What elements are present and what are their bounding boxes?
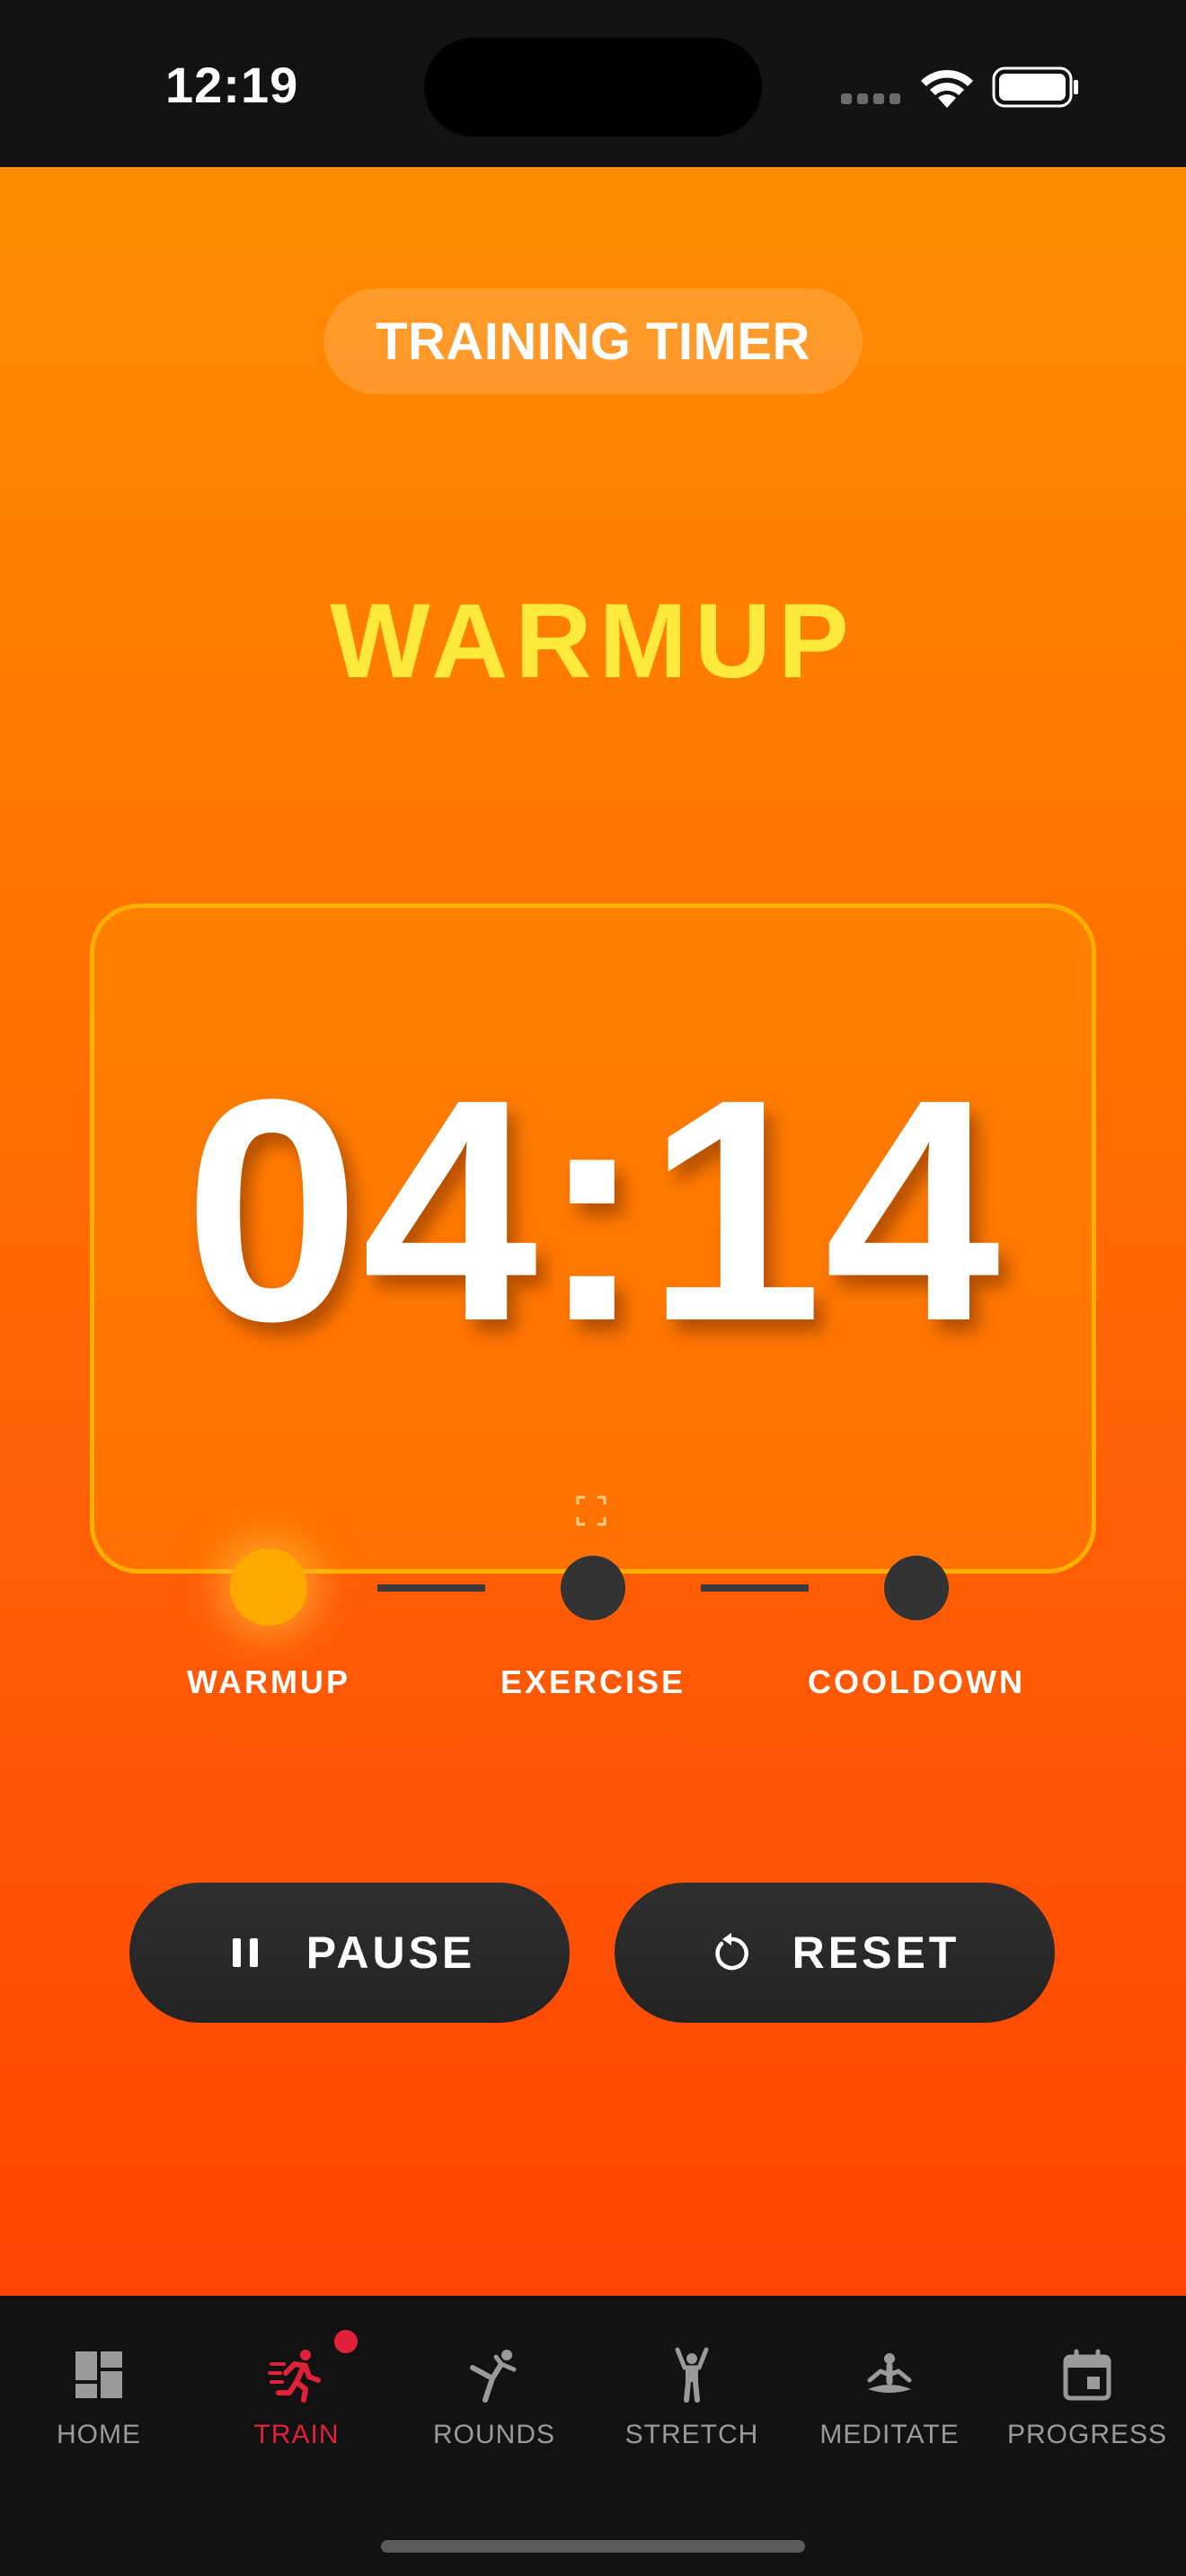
phase-dot-cooldown bbox=[884, 1556, 949, 1620]
reset-icon bbox=[715, 1933, 748, 1971]
reset-button-label: RESET bbox=[792, 1928, 960, 1978]
calendar-icon bbox=[1063, 2349, 1111, 2401]
tab-label: ROUNDS bbox=[432, 2420, 555, 2449]
tab-label: HOME bbox=[57, 2420, 141, 2449]
pause-button[interactable]: PAUSE bbox=[129, 1883, 570, 2023]
meditate-icon bbox=[867, 2353, 912, 2393]
pause-button-label: PAUSE bbox=[305, 1928, 476, 1978]
reset-button[interactable]: RESET bbox=[615, 1883, 1055, 2023]
timer-countdown: 04:14 bbox=[183, 1033, 1003, 1387]
phase-label-exercise: EXERCISE bbox=[500, 1663, 686, 1700]
tab-label: STRETCH bbox=[624, 2420, 759, 2449]
tab-progress[interactable]: PROGRESS bbox=[988, 2341, 1186, 2475]
phase-label-warmup: WARMUP bbox=[187, 1663, 350, 1700]
timer-card[interactable]: 04:14 bbox=[90, 904, 1096, 1574]
tab-rounds[interactable]: ROUNDS bbox=[395, 2341, 593, 2475]
tab-label: MEDITATE bbox=[819, 2420, 960, 2449]
phase-connector bbox=[701, 1584, 809, 1592]
tab-train[interactable]: TRAIN bbox=[198, 2341, 395, 2475]
tab-label: PROGRESS bbox=[1006, 2420, 1168, 2449]
dashboard-icon bbox=[75, 2351, 122, 2398]
phase-dot-warmup bbox=[230, 1548, 307, 1626]
train-notification-badge bbox=[334, 2330, 358, 2353]
tab-home[interactable]: HOME bbox=[0, 2341, 198, 2475]
tab-meditate[interactable]: MEDITATE bbox=[791, 2341, 988, 2475]
tab-stretch[interactable]: STRETCH bbox=[593, 2341, 791, 2475]
running-icon bbox=[268, 2350, 321, 2403]
page-title: TRAINING TIMER bbox=[323, 288, 863, 394]
home-indicator[interactable] bbox=[381, 2540, 805, 2553]
phase-connector bbox=[377, 1584, 485, 1592]
cellular-signal-icon bbox=[841, 93, 904, 106]
app-screen: 12:19 TRAINING TIMER WARMUP 04:14 WARMUP… bbox=[0, 0, 1186, 2576]
kick-icon bbox=[470, 2350, 517, 2403]
stretch-icon bbox=[675, 2347, 709, 2403]
battery-icon bbox=[992, 66, 1078, 108]
pause-icon bbox=[232, 1938, 258, 1967]
phase-label-cooldown: COOLDOWN bbox=[808, 1663, 1025, 1700]
fullscreen-icon[interactable] bbox=[576, 1495, 606, 1526]
status-bar: 12:19 bbox=[0, 0, 1186, 167]
phase-dot-exercise bbox=[561, 1556, 625, 1620]
bottom-tab-bar: HOME TRAIN ROUNDS STRETCH MEDITATE PROGR… bbox=[0, 2308, 1186, 2576]
wifi-icon bbox=[921, 69, 973, 108]
current-phase-heading: WARMUP bbox=[330, 582, 856, 701]
tab-label: TRAIN bbox=[253, 2420, 340, 2449]
dynamic-island bbox=[424, 38, 762, 137]
status-time: 12:19 bbox=[165, 57, 299, 113]
